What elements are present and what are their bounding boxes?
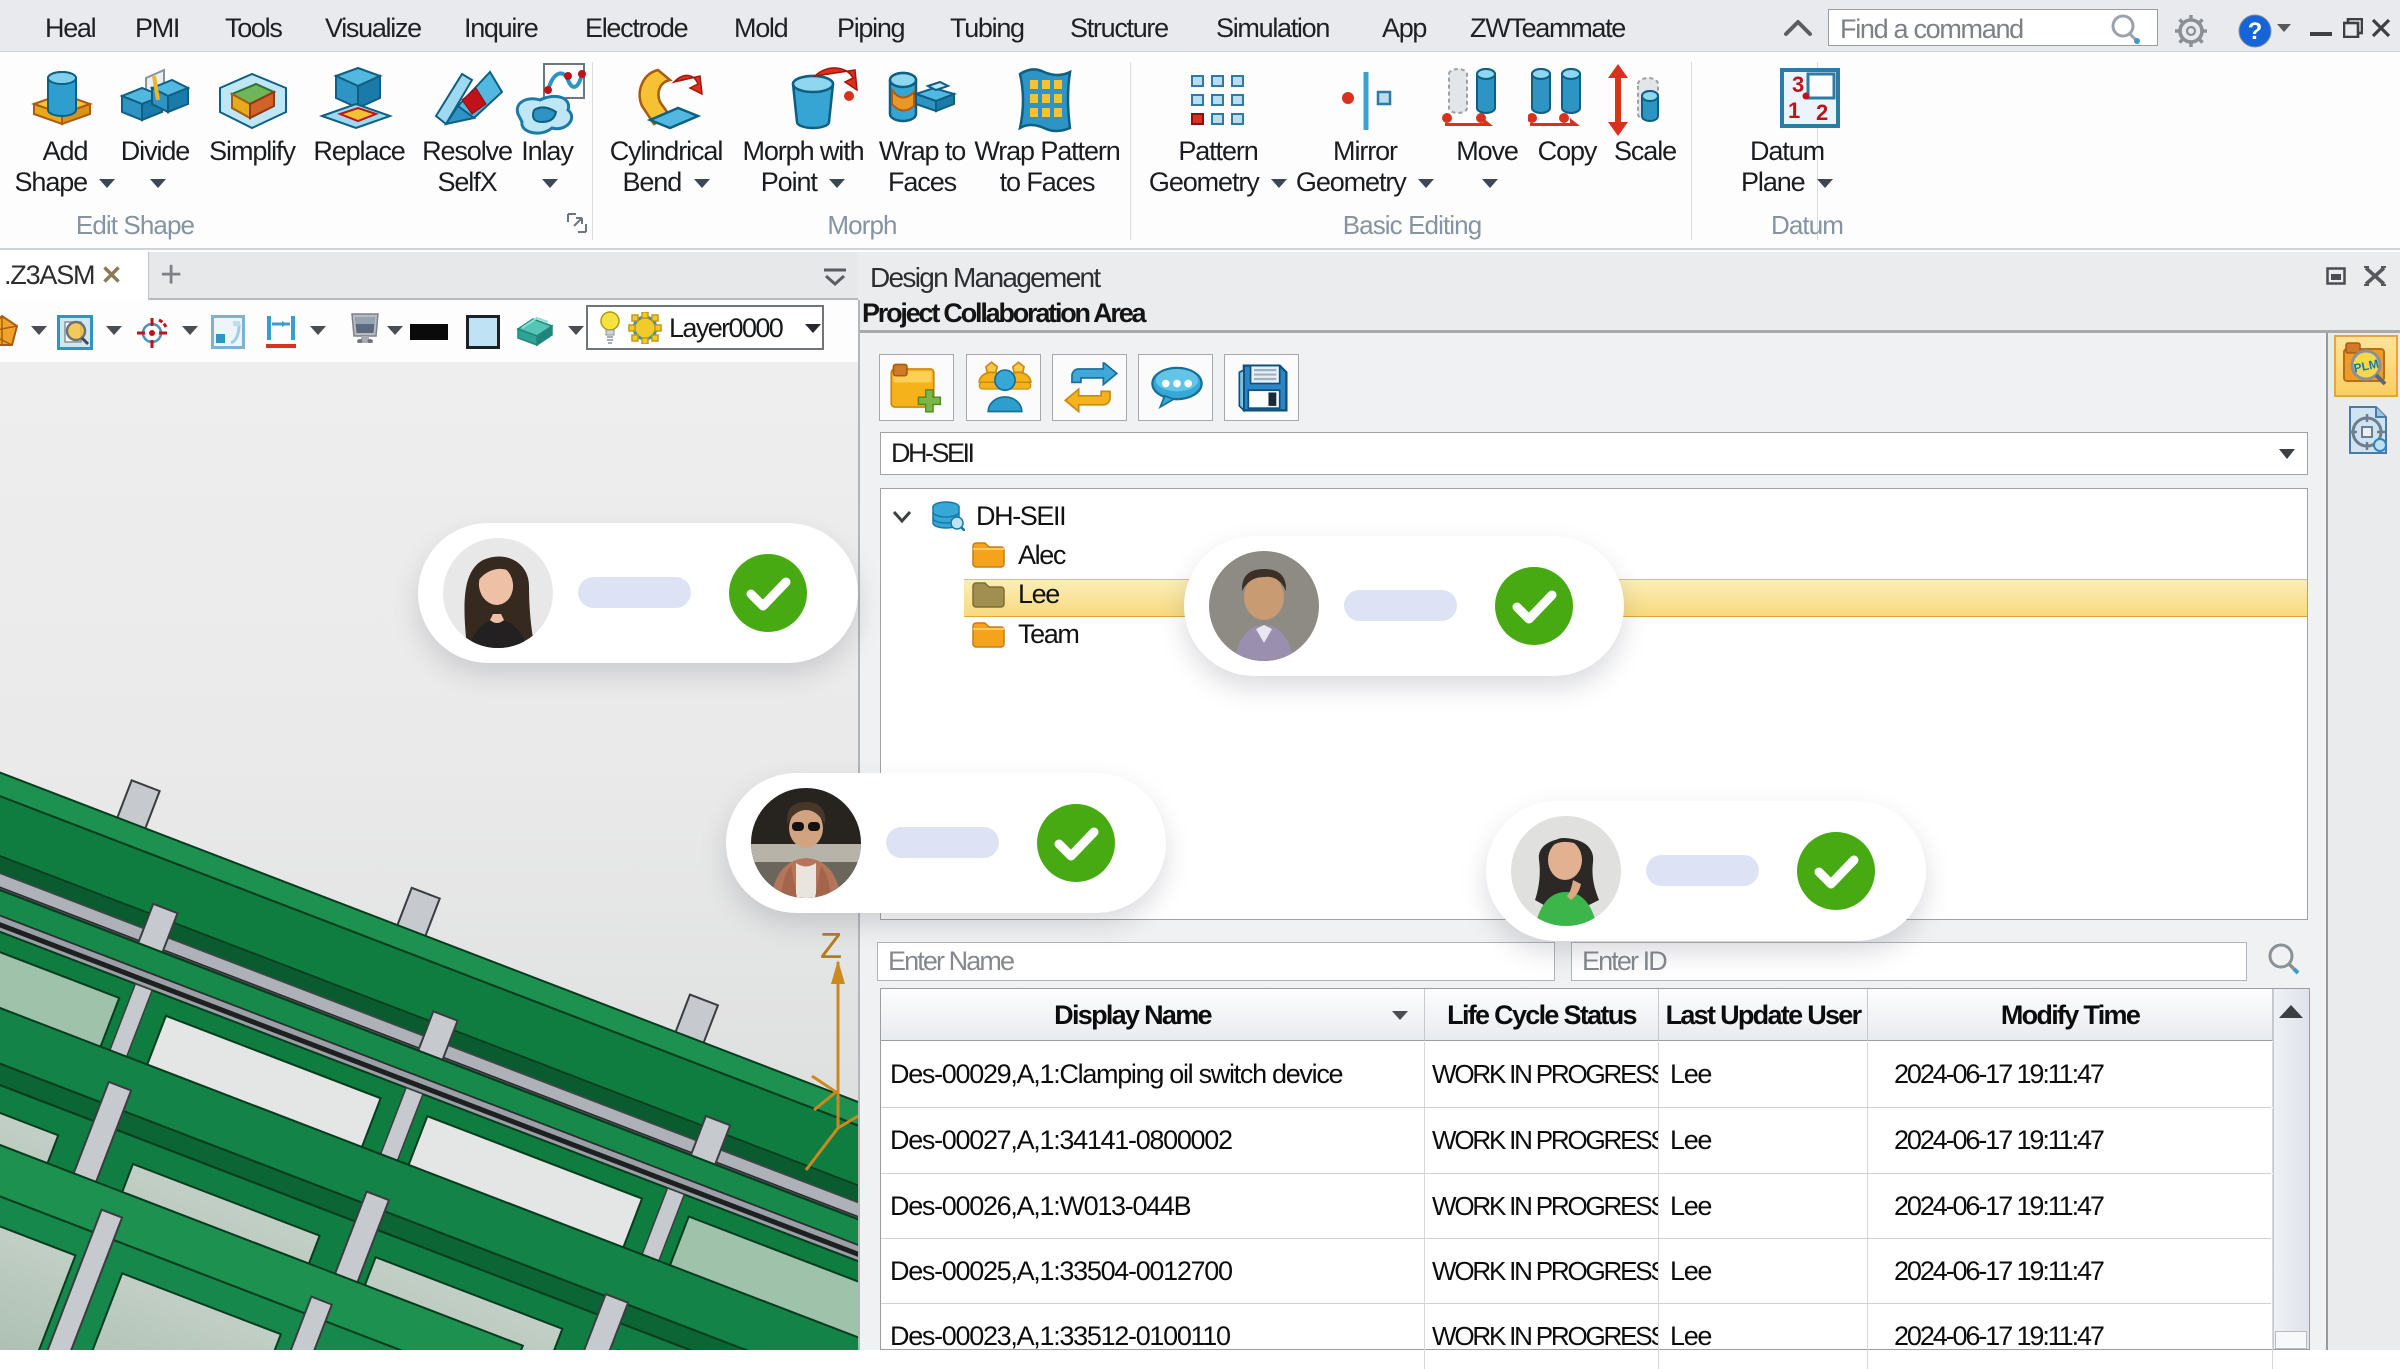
svg-text:3: 3 <box>1792 72 1804 97</box>
svg-text:1: 1 <box>1788 98 1800 123</box>
svg-text:Z: Z <box>820 925 842 966</box>
svg-text:?: ? <box>2248 18 2263 45</box>
svg-text:2: 2 <box>1816 100 1828 125</box>
